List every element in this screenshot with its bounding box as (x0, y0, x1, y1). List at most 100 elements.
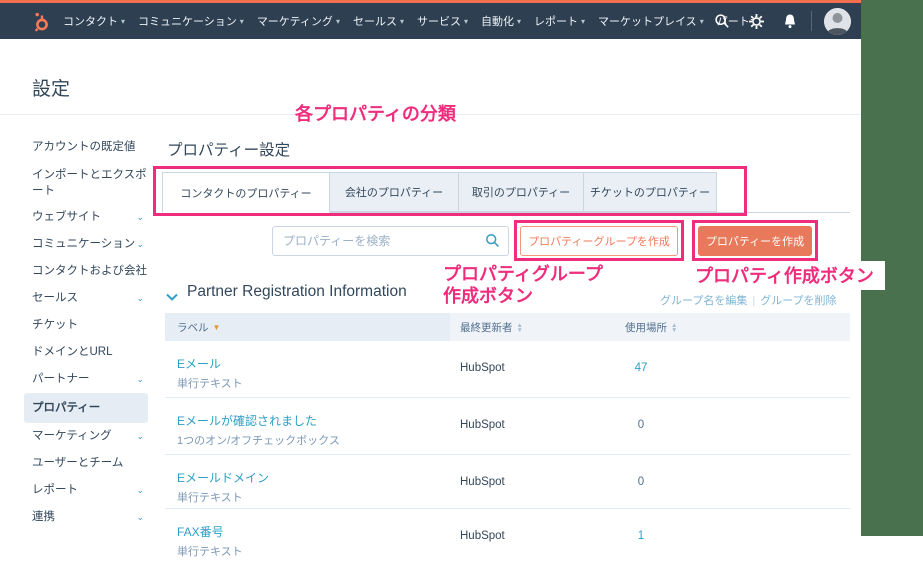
last-updated-by: HubSpot (460, 476, 505, 488)
property-type: 単行テキスト (177, 543, 243, 559)
property-name-link[interactable]: Eメールが確認されました (177, 412, 317, 429)
search-icon[interactable] (705, 13, 739, 29)
sidebar-item-tickets[interactable]: チケット (24, 312, 148, 339)
last-updated-by: HubSpot (460, 362, 505, 374)
sidebar-item-label: ユーザーとチーム (32, 457, 123, 469)
nav-item-contacts[interactable]: コンタクト▾ (63, 13, 125, 29)
chevron-down-icon: ▾ (400, 17, 404, 26)
sidebar-item-partner[interactable]: パートナー ⌄ (24, 366, 148, 393)
nav-item-sales[interactable]: セールス▾ (353, 13, 404, 29)
nav-item-automation[interactable]: 自動化▾ (481, 13, 521, 29)
chevron-down-icon: ▾ (700, 17, 704, 26)
nav-item-marketing[interactable]: マーケティング▾ (257, 13, 340, 29)
sort-icon[interactable]: ▲▼ (671, 323, 677, 333)
create-property-button[interactable]: プロパティーを作成 (698, 226, 812, 256)
link-separator: | (752, 295, 755, 307)
chevron-down-icon: ▾ (336, 17, 340, 26)
nav-item-marketplace[interactable]: マーケットプレイス▾ (598, 13, 704, 29)
property-name-link[interactable]: Eメールドメイン (177, 469, 269, 486)
sidebar-item-users-teams[interactable]: ユーザーとチーム (24, 450, 148, 477)
caret-down-icon: ▼ (517, 328, 523, 333)
tab-ticket-properties[interactable]: チケットのプロパティー (583, 172, 717, 212)
property-type: 単行テキスト (177, 489, 243, 505)
sidebar-item-label: 連携 (32, 511, 55, 523)
sidebar-item-account-defaults[interactable]: アカウントの既定値 (24, 134, 148, 161)
sidebar-item-properties[interactable]: プロパティー (24, 393, 148, 423)
navbar-divider (811, 11, 812, 31)
annotation-tabs-note: 各プロパティの分類 (295, 100, 456, 126)
nav-item-reports[interactable]: レポート▾ (534, 13, 585, 29)
nav-item-service[interactable]: サービス▾ (417, 13, 468, 29)
gear-icon[interactable] (739, 13, 773, 30)
hubspot-logo-icon[interactable] (30, 11, 52, 33)
sidebar-item-label: コミュニケーション (32, 238, 135, 250)
property-name-link[interactable]: Eメール (177, 355, 221, 372)
sidebar-item-label: ウェブサイト (32, 211, 101, 223)
sidebar-item-label: コンタクトおよび会社 (32, 265, 147, 277)
property-tabs: コンタクトのプロパティー 会社のプロパティー 取引のプロパティー チケットのプロ… (162, 172, 717, 213)
property-name-link[interactable]: FAX番号 (177, 523, 224, 540)
column-header-label[interactable]: ラベル ▼ (177, 320, 220, 335)
sidebar-item-label: セールス (32, 292, 78, 304)
sidebar-item-integrations[interactable]: 連携 ⌄ (24, 504, 148, 531)
sidebar-item-label: プロパティー (32, 402, 100, 414)
table-row: Eメールが確認されました 1つのオン/オフチェックボックス HubSpot 0 (165, 398, 850, 455)
usage-count-link[interactable]: 47 (618, 362, 664, 374)
chevron-down-icon: ▾ (464, 17, 468, 26)
chevron-down-icon: ⌄ (136, 504, 144, 531)
sidebar-item-label: マーケティング (32, 430, 112, 442)
column-header-text: ラベル (177, 320, 209, 335)
sidebar-item-import-export[interactable]: インポートとエクスポート (24, 161, 148, 204)
nav-item-label: サービス (417, 13, 461, 29)
tab-deal-properties[interactable]: 取引のプロパティー (458, 172, 584, 212)
table-row: FAX番号 単行テキスト HubSpot 1 (165, 509, 850, 566)
chevron-down-icon: ⌄ (136, 204, 144, 231)
delete-group-link[interactable]: グループを削除 (760, 295, 836, 307)
last-updated-by: HubSpot (460, 530, 505, 542)
bell-icon[interactable] (773, 13, 807, 30)
caret-down-icon: ▼ (671, 328, 677, 333)
property-type: 単行テキスト (177, 375, 243, 391)
column-header-last-updated[interactable]: 最終更新者 ▲▼ (460, 320, 523, 335)
section-heading: プロパティー設定 (167, 138, 290, 160)
sidebar-item-label: パートナー (32, 373, 90, 385)
sidebar-item-contacts-companies[interactable]: コンタクトおよび会社 (24, 258, 148, 285)
sidebar-item-domains-url[interactable]: ドメインとURL (24, 339, 148, 366)
table-row: Eメール 単行テキスト HubSpot 47 (165, 341, 850, 398)
usage-count-link[interactable]: 1 (618, 530, 664, 542)
chevron-down-icon: ⌄ (136, 366, 144, 393)
settings-sidebar: アカウントの既定値 インポートとエクスポート ウェブサイト ⌄ コミュニケーション… (24, 134, 148, 531)
nav-item-label: セールス (353, 13, 397, 29)
search-icon (485, 233, 500, 253)
sidebar-item-sales[interactable]: セールス ⌄ (24, 285, 148, 312)
sidebar-item-website[interactable]: ウェブサイト ⌄ (24, 204, 148, 231)
annotation-group-button-note: プロパティグループ 作成ボタン (443, 263, 603, 307)
chevron-down-icon: ▾ (581, 17, 585, 26)
sidebar-item-label: レポート (32, 484, 78, 496)
last-updated-by: HubSpot (460, 419, 505, 431)
nav-item-communication[interactable]: コミュニケーション▾ (138, 13, 244, 29)
sidebar-item-reports[interactable]: レポート ⌄ (24, 477, 148, 504)
sort-icon[interactable]: ▲▼ (517, 323, 523, 333)
column-header-used-in[interactable]: 使用場所 ▲▼ (625, 320, 677, 335)
search-input[interactable] (272, 226, 509, 256)
navbar-right-controls (705, 3, 861, 39)
group-collapse-chevron-icon[interactable] (166, 288, 178, 306)
tab-company-properties[interactable]: 会社のプロパティー (329, 172, 459, 212)
user-avatar[interactable] (824, 8, 851, 35)
sidebar-item-marketing[interactable]: マーケティング ⌄ (24, 423, 148, 450)
sidebar-item-label: アカウントの既定値 (32, 141, 136, 153)
annotation-line: プロパティグループ (443, 263, 603, 285)
create-property-group-button[interactable]: プロパティーグループを作成 (520, 226, 678, 256)
sidebar-item-label: インポートとエクスポート (32, 169, 147, 197)
property-type: 1つのオン/オフチェックボックス (177, 432, 340, 448)
chevron-down-icon: ⌄ (136, 477, 144, 504)
edit-group-name-link[interactable]: グループ名を編集 (660, 295, 747, 307)
top-navbar: コンタクト▾ コミュニケーション▾ マーケティング▾ セールス▾ サービス▾ 自… (0, 3, 861, 39)
tab-contact-properties[interactable]: コンタクトのプロパティー (162, 172, 330, 213)
chevron-down-icon: ⌄ (136, 285, 144, 312)
sidebar-item-communication[interactable]: コミュニケーション⌄ (24, 231, 148, 258)
page-title: 設定 (32, 74, 70, 101)
chevron-down-icon: ⌄ (136, 423, 144, 450)
sort-descending-icon[interactable]: ▼ (213, 324, 221, 332)
